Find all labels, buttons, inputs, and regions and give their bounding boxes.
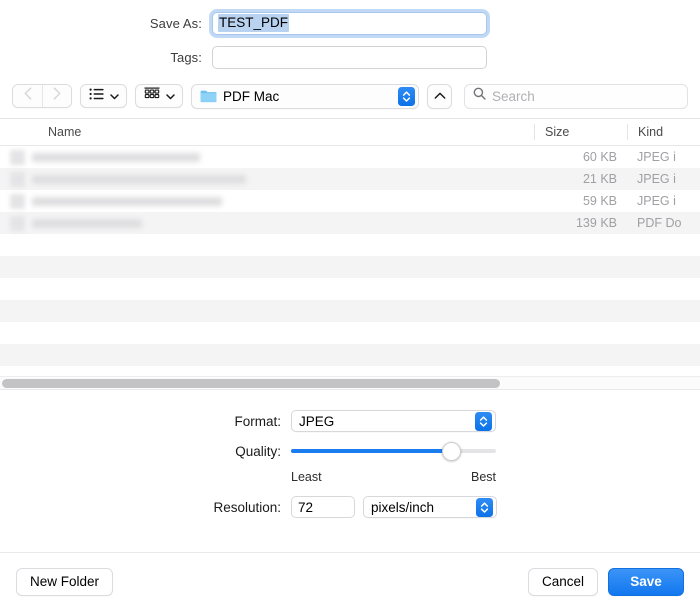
resolution-unit-popup-button[interactable]: pixels/inch xyxy=(363,496,497,518)
table-row[interactable]: 59 KB JPEG i xyxy=(0,190,700,212)
icon-view-button[interactable] xyxy=(135,84,183,108)
chevron-down-icon xyxy=(166,87,175,105)
column-header-kind[interactable]: Kind xyxy=(627,124,700,140)
path-popup-button[interactable]: PDF Mac xyxy=(191,83,419,109)
format-popup-button[interactable]: JPEG xyxy=(291,410,496,432)
file-type-icon xyxy=(10,149,25,165)
column-header-size[interactable]: Size xyxy=(534,124,627,140)
quality-slider[interactable] xyxy=(291,441,496,461)
quality-scale-row: Least Best xyxy=(0,466,700,488)
file-type-icon xyxy=(10,193,25,209)
chevron-left-icon xyxy=(24,87,32,105)
table-row[interactable]: 21 KB JPEG i xyxy=(0,168,700,190)
folder-icon xyxy=(200,89,217,103)
list-view-icon xyxy=(89,87,104,105)
chevron-right-icon xyxy=(53,87,61,105)
cancel-button[interactable]: Cancel xyxy=(527,567,598,596)
export-options: Format: JPEG Quality: Least Best Resolut… xyxy=(0,389,700,552)
search-input[interactable]: Search xyxy=(492,89,535,104)
save-as-input[interactable]: TEST_PDF xyxy=(212,11,487,35)
quality-label: Quality: xyxy=(235,443,281,459)
resolution-input[interactable]: 72 xyxy=(291,496,355,518)
file-kind-cell: JPEG i xyxy=(637,194,676,208)
tags-label: Tags: xyxy=(170,49,202,65)
column-header-row: Name Size Kind xyxy=(0,119,700,146)
format-label: Format: xyxy=(234,413,281,429)
save-form: Save As: TEST_PDF Tags: xyxy=(0,0,700,74)
resolution-row: Resolution: 72 pixels/inch xyxy=(0,492,700,522)
dialog-footer: New Folder Cancel Save xyxy=(0,552,700,610)
horizontal-scrollbar-thumb[interactable] xyxy=(2,379,500,388)
table-row[interactable]: 60 KB JPEG i xyxy=(0,146,700,168)
file-name-cell xyxy=(0,171,534,187)
empty-row xyxy=(0,278,700,300)
forward-button[interactable] xyxy=(42,85,71,107)
file-size-cell: 21 KB xyxy=(582,172,617,186)
quality-best-label: Best xyxy=(470,470,496,484)
file-browser: Name Size Kind 60 KB JPEG i 21 KB JPEG i 59 … xyxy=(0,118,700,389)
tags-row: Tags: xyxy=(0,40,700,74)
file-name-cell xyxy=(0,193,534,209)
empty-row xyxy=(0,322,700,344)
file-list: 60 KB JPEG i 21 KB JPEG i 59 KB JPEG i 139 KB P… xyxy=(0,146,700,389)
search-icon xyxy=(473,87,486,105)
back-forward-group xyxy=(12,84,72,108)
save-as-label: Save As: xyxy=(149,15,202,31)
resolution-value: 72 xyxy=(298,499,314,515)
file-size-cell: 59 KB xyxy=(582,194,617,208)
file-kind-cell: JPEG i xyxy=(637,172,676,186)
save-button[interactable]: Save xyxy=(608,567,684,596)
chevron-up-icon xyxy=(434,87,446,105)
resolution-unit-value: pixels/inch xyxy=(371,499,435,515)
resolution-unit-stepper-icon[interactable] xyxy=(476,497,493,517)
list-view-button[interactable] xyxy=(80,84,127,108)
quality-slider-fill xyxy=(291,449,452,453)
format-row: Format: JPEG xyxy=(0,406,700,436)
tags-input[interactable] xyxy=(212,45,487,69)
back-button[interactable] xyxy=(13,85,42,107)
path-label: PDF Mac xyxy=(223,88,280,104)
save-as-value: TEST_PDF xyxy=(218,14,290,32)
file-type-icon xyxy=(10,215,25,231)
quality-row: Quality: xyxy=(0,436,700,466)
go-up-button[interactable] xyxy=(427,83,452,109)
grid-view-icon xyxy=(144,87,160,105)
search-field[interactable]: Search xyxy=(464,83,688,109)
file-type-icon xyxy=(10,171,25,187)
empty-row xyxy=(0,344,700,366)
empty-row xyxy=(0,234,700,256)
redacted-file-name xyxy=(32,174,246,184)
empty-row xyxy=(0,256,700,278)
save-dialog: Save As: TEST_PDF Tags: PDF Mac Search N… xyxy=(0,0,700,610)
format-stepper-icon[interactable] xyxy=(475,411,492,431)
new-folder-button[interactable]: New Folder xyxy=(16,567,114,596)
format-value: JPEG xyxy=(299,413,335,429)
column-header-name[interactable]: Name xyxy=(0,125,534,139)
quality-slider-knob[interactable] xyxy=(441,441,461,461)
path-stepper-icon[interactable] xyxy=(398,86,415,106)
file-name-cell xyxy=(0,215,534,231)
file-kind-cell: PDF Do xyxy=(637,216,682,230)
table-row[interactable]: 139 KB PDF Do xyxy=(0,212,700,234)
quality-least-label: Least xyxy=(291,470,322,484)
file-kind-cell: JPEG i xyxy=(637,150,676,164)
file-name-cell xyxy=(0,149,534,165)
horizontal-scrollbar[interactable] xyxy=(0,376,700,389)
save-as-row: Save As: TEST_PDF xyxy=(0,6,700,40)
navigation-toolbar: PDF Mac Search xyxy=(0,74,700,118)
file-size-cell: 60 KB xyxy=(582,150,617,164)
redacted-file-name xyxy=(32,196,222,206)
resolution-label: Resolution: xyxy=(213,499,281,515)
empty-row xyxy=(0,300,700,322)
redacted-file-name xyxy=(32,218,142,228)
redacted-file-name xyxy=(32,152,200,162)
chevron-down-icon xyxy=(110,87,119,105)
file-size-cell: 139 KB xyxy=(575,216,617,230)
